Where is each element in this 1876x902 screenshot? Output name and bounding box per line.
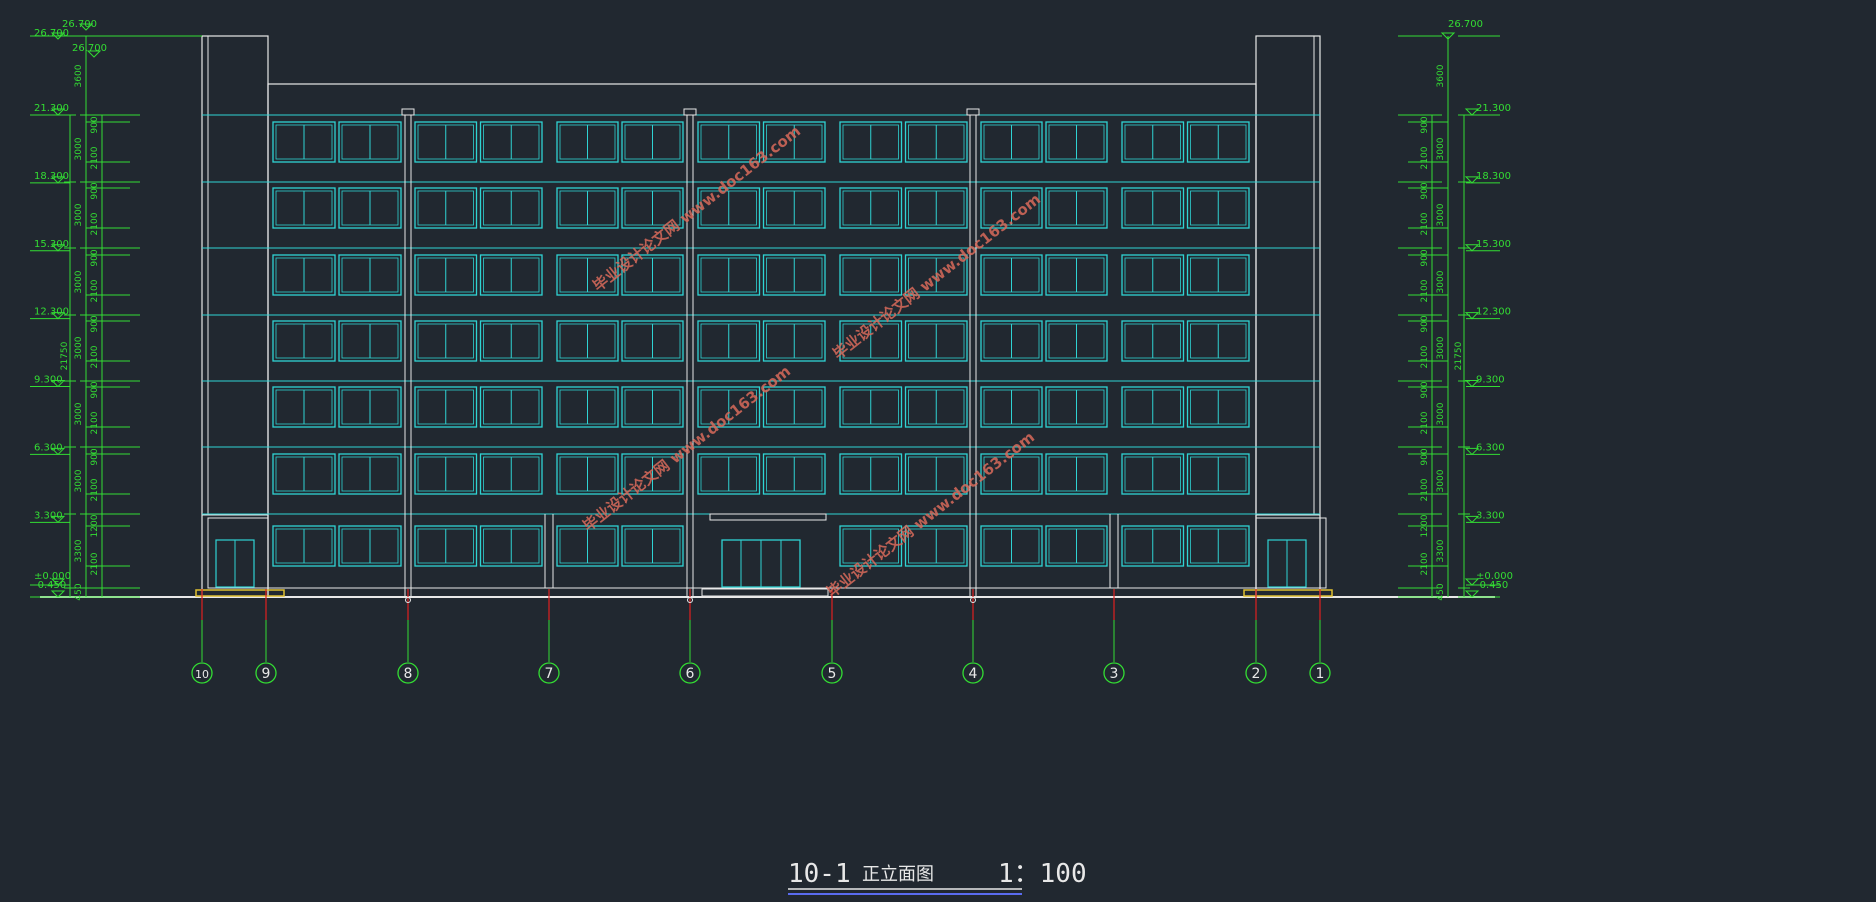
axis-label-7: 7 xyxy=(545,666,554,682)
window-head-dimension: 900 xyxy=(90,381,100,398)
level-label: 3.300 xyxy=(1476,510,1505,521)
base-dimension: 450 xyxy=(74,583,84,600)
window-head-dimension: 900 xyxy=(1420,448,1430,465)
window-head-dimension: 900 xyxy=(90,182,100,199)
window-height-dimension: 2100 xyxy=(1420,212,1430,235)
window-height-dimension: 2100 xyxy=(1420,411,1430,434)
window-head-dimension: 900 xyxy=(1420,249,1430,266)
window-head-dimension: 900 xyxy=(90,448,100,465)
floor-dimension: 3300 xyxy=(74,539,84,562)
level-label: 6.300 xyxy=(1476,442,1505,453)
window-grid xyxy=(272,121,1250,587)
parapet-dimension: 3600 xyxy=(1436,64,1446,87)
window-height-dimension: 2100 xyxy=(90,478,100,501)
pilaster-cap xyxy=(966,108,980,116)
floor-dimension: 3000 xyxy=(1436,336,1446,359)
main-entrance-canopy xyxy=(709,513,827,521)
floor-dimension: 3000 xyxy=(74,270,84,293)
window-head-dimension: 900 xyxy=(1420,381,1430,398)
right-tower xyxy=(1255,35,1321,598)
right-entrance-frame xyxy=(1255,517,1327,589)
axis-label-6: 6 xyxy=(686,666,695,682)
ground-window-dimension: 2100 xyxy=(90,552,100,575)
window-height-dimension: 2100 xyxy=(1420,279,1430,302)
axis-grid: 10 9 8 7 6 5 4 3 2 1 xyxy=(191,589,1331,684)
ground-head-dimension: 1200 xyxy=(90,514,100,537)
axis-label-5: 5 xyxy=(828,666,837,682)
floor-dimension: 3000 xyxy=(1436,270,1446,293)
window-head-dimension: 900 xyxy=(1420,116,1430,133)
roof-level-label: 26.700 xyxy=(1448,19,1483,30)
window-head-dimension: 900 xyxy=(1420,182,1430,199)
axis-label-10: 10 xyxy=(195,668,209,681)
right-steps xyxy=(1243,589,1333,597)
ground-head-dimension: 1200 xyxy=(1420,514,1430,537)
axis-label-1: 1 xyxy=(1316,666,1325,682)
total-dimension: 21750 xyxy=(60,341,70,370)
floor-dimension: 3000 xyxy=(1436,402,1446,425)
drawing-number: 10-1 xyxy=(788,859,851,889)
level-label: 15.300 xyxy=(1476,239,1511,250)
building-facade xyxy=(40,35,1495,598)
level-label: 12.300 xyxy=(1476,307,1511,318)
window-head-dimension: 900 xyxy=(90,116,100,133)
axis-label-8: 8 xyxy=(404,666,413,682)
window-height-dimension: 2100 xyxy=(90,345,100,368)
ground-window-dimension: 2100 xyxy=(1420,552,1430,575)
left-entrance-frame xyxy=(207,517,269,589)
total-dimension: 21750 xyxy=(1454,341,1464,370)
floor-dimension: 3000 xyxy=(74,336,84,359)
parapet-dimension: 3600 xyxy=(74,64,84,87)
axis-label-4: 4 xyxy=(969,666,978,682)
floor-dimension: 3000 xyxy=(74,469,84,492)
left-tower xyxy=(201,35,269,598)
floor-dimension: 3000 xyxy=(74,402,84,425)
window-head-dimension: 900 xyxy=(90,315,100,332)
window-height-dimension: 2100 xyxy=(90,411,100,434)
floor-dimension: 3000 xyxy=(74,203,84,226)
floor-dimension: 3000 xyxy=(1436,469,1446,492)
level-label: 9.300 xyxy=(1476,375,1505,386)
floor-dimension: 3000 xyxy=(1436,137,1446,160)
floor-dimension: 3000 xyxy=(1436,203,1446,226)
floor-dimension: 3000 xyxy=(74,137,84,160)
base-dimension: 450 xyxy=(1436,583,1446,600)
main-entrance-steps xyxy=(701,588,829,597)
window-height-dimension: 2100 xyxy=(90,146,100,169)
window-head-dimension: 900 xyxy=(1420,315,1430,332)
window-height-dimension: 2100 xyxy=(1420,146,1430,169)
floor-dimension: 3300 xyxy=(1436,539,1446,562)
left-dimension-chain: 21.30018.30015.30012.3009.3006.3003.300±… xyxy=(30,19,202,601)
window-height-dimension: 2100 xyxy=(1420,345,1430,368)
window-height-dimension: 2100 xyxy=(1420,478,1430,501)
right-dimension-chain: 21.30018.30015.30012.3009.3006.3003.300±… xyxy=(1398,19,1513,601)
drawing-scale: 1：100 xyxy=(998,859,1087,889)
elevation-drawing: 21.30018.30015.30012.3009.3006.3003.300±… xyxy=(30,19,1513,895)
pilaster-cap xyxy=(401,108,415,116)
left-steps xyxy=(195,589,285,597)
axis-label-9: 9 xyxy=(262,666,271,682)
window-head-dimension: 900 xyxy=(90,249,100,266)
drawing-name: 正立面图 xyxy=(862,864,934,885)
axis-label-3: 3 xyxy=(1110,666,1119,682)
pilaster-cap xyxy=(683,108,697,116)
level-label: 18.300 xyxy=(1476,171,1511,182)
window-height-dimension: 2100 xyxy=(90,212,100,235)
window-height-dimension: 2100 xyxy=(90,279,100,302)
drawing-title-block: 10-1 正立面图 1：100 xyxy=(788,859,1087,895)
level-label: 21.300 xyxy=(1476,103,1511,114)
axis-label-2: 2 xyxy=(1252,666,1261,682)
